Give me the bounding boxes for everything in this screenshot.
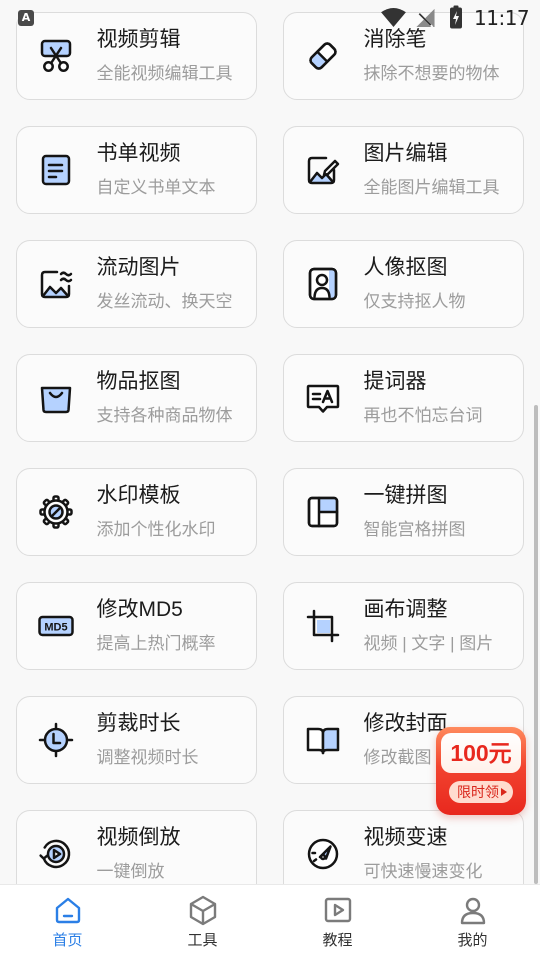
tool-title: 视频倒放 [96,825,181,849]
tool-title: 书单视频 [96,141,181,165]
speedometer-icon [307,838,338,869]
tool-subtitle: 全能图片编辑工具 [363,177,500,197]
tool-subtitle: 抹除不想要的物体 [363,63,500,83]
tool-subtitle: 再也不怕忘台词 [363,405,483,425]
tool-card-object-cutout[interactable]: 物品抠图 支持各种商品物体 [16,354,257,442]
nav-item-tools[interactable]: 工具 [135,885,270,960]
promo-label: 限时领 [457,784,499,800]
battery-charging-icon [450,5,462,29]
tool-card-md5[interactable]: MD5 修改MD5 提高上热门概率 [16,582,257,670]
tool-card-canvas[interactable]: 画布调整 视频 | 文字 | 图片 [283,582,524,670]
scrollbar[interactable] [534,405,538,884]
nav-item-tutorials[interactable]: 教程 [270,885,405,960]
tool-subtitle: 视频 | 文字 | 图片 [363,633,494,653]
cover-book-icon [306,727,339,754]
tool-title: 流动图片 [96,255,181,279]
watermark-badge-icon [38,494,73,529]
tool-title: 剪裁时长 [96,711,181,735]
bag-cutout-icon [40,386,71,413]
promo-amount: 100元 [441,733,521,773]
no-signal-icon [416,8,435,28]
tool-subtitle: 全能视频编辑工具 [96,63,233,83]
play-video-icon [324,897,351,923]
tool-card-reverse[interactable]: 视频倒放 一键倒放 [16,810,257,884]
nav-label: 我的 [457,932,488,949]
tool-subtitle: 自定义书单文本 [96,177,216,197]
nav-label: 教程 [322,932,353,949]
tool-subtitle: 一键倒放 [96,861,165,881]
tool-card-book-video[interactable]: 书单视频 自定义书单文本 [16,126,257,214]
flowing-image-icon [40,270,72,298]
tool-subtitle: 发丝流动、换天空 [96,291,233,311]
trim-duration-icon [38,722,73,757]
tool-title: 一键拼图 [363,483,448,507]
tool-subtitle: 智能宫格拼图 [363,519,466,539]
tool-subtitle: 提高上热门概率 [96,633,216,653]
profile-icon [460,897,485,925]
tool-card-portrait-cutout[interactable]: 人像抠图 仅支持抠人物 [283,240,524,328]
arrow-right-icon [501,788,507,796]
tool-subtitle: 可快速慢速变化 [363,861,483,881]
tool-card-speed[interactable]: 视频变速 可快速慢速变化 [283,810,524,884]
tool-card-collage[interactable]: 一键拼图 智能宫格拼图 [283,468,524,556]
tool-title: 画布调整 [363,597,448,621]
tool-subtitle: 支持各种商品物体 [96,405,233,425]
tool-title: 提词器 [363,369,427,393]
app-screen: 视频剪辑 全能视频编辑工具 消除笔 抹除不想要的物体 书单视频 自定义书单文本 … [0,0,540,960]
tool-title: 物品抠图 [96,369,181,393]
collage-grid-icon [307,496,338,527]
nav-label: 工具 [187,932,218,949]
tool-subtitle: 调整视频时长 [96,747,199,767]
tool-title: 修改MD5 [96,597,183,621]
tool-title: 修改封面 [363,711,448,735]
image-edit-icon [307,156,339,184]
tool-subtitle: 修改截图 [363,747,432,767]
teleprompter-icon [306,384,339,413]
tool-title: 视频变速 [363,825,448,849]
status-time: 11:17 [474,6,530,30]
bottom-nav: 首页 工具 教程 我的 [0,884,540,960]
tool-subtitle: 添加个性化水印 [96,519,216,539]
tool-card-teleprompter[interactable]: 提词器 再也不怕忘台词 [283,354,524,442]
tool-title: 图片编辑 [363,141,448,165]
nav-label: 首页 [52,932,83,949]
home-icon [55,897,80,924]
tool-title: 水印模板 [96,483,181,507]
tool-card-trim-duration[interactable]: 剪裁时长 调整视频时长 [16,696,257,784]
crop-canvas-icon [306,609,339,642]
promo-claim-pill[interactable]: 限时领 [449,781,513,803]
nav-item-profile[interactable]: 我的 [405,885,540,960]
reverse-play-icon [38,839,70,868]
wifi-icon [381,7,406,28]
tool-card-image-edit[interactable]: 图片编辑 全能图片编辑工具 [283,126,524,214]
md5-icon: MD5 [37,615,74,636]
portrait-cutout-icon [308,267,337,300]
status-bar: A 11:17 [0,0,540,36]
video-scissors-icon [40,39,71,72]
tool-title: 人像抠图 [363,255,448,279]
tool-card-watermark[interactable]: 水印模板 添加个性化水印 [16,468,257,556]
cube-icon [189,895,216,926]
tool-subtitle: 仅支持抠人物 [363,291,466,311]
notification-app-icon: A [18,10,34,26]
tool-card-flowing-image[interactable]: 流动图片 发丝流动、换天空 [16,240,257,328]
eraser-icon [308,41,337,70]
book-list-icon [41,154,70,185]
promo-coupon-badge[interactable]: 100元 限时领 [436,727,526,815]
md5-icon-text: MD5 [44,621,67,633]
nav-item-home[interactable]: 首页 [0,885,135,960]
